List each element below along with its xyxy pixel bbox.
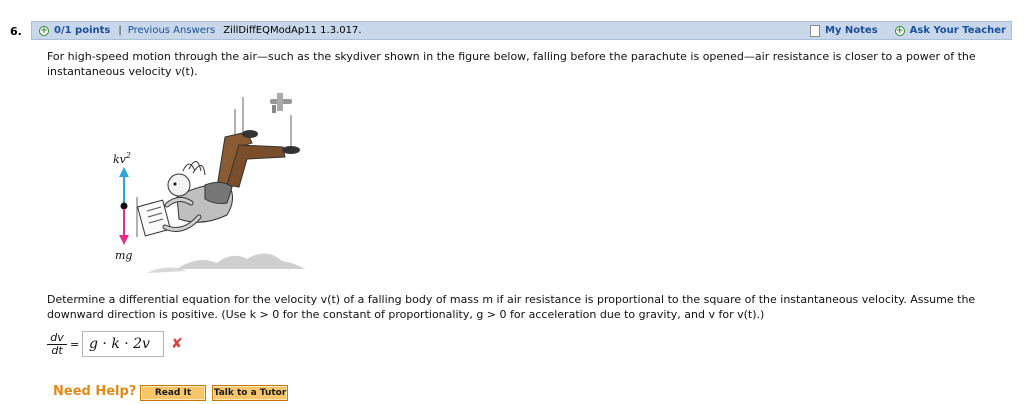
expand-plus-icon[interactable]: + bbox=[39, 25, 49, 36]
header-separator: | bbox=[118, 25, 122, 36]
skydiver-hair bbox=[182, 161, 206, 176]
equals-sign: = bbox=[70, 338, 80, 351]
skydiver-figure: kv2 mg bbox=[107, 87, 307, 277]
derivative-denominator: dt bbox=[51, 344, 63, 357]
notes-icon[interactable] bbox=[809, 24, 820, 37]
gravity-arrow-head bbox=[119, 235, 129, 245]
answer-input[interactable]: g · k · 2v bbox=[82, 331, 164, 357]
points-link[interactable]: 0/1 points bbox=[54, 25, 110, 36]
ask-plus-icon[interactable]: + bbox=[894, 25, 905, 36]
read-it-button[interactable]: Read It bbox=[140, 385, 206, 401]
skydiver-eye bbox=[173, 182, 177, 186]
gravity-label: mg bbox=[115, 249, 132, 262]
incorrect-x-icon: ✘ bbox=[171, 336, 183, 352]
derivative-fraction: dv dt bbox=[47, 332, 67, 357]
talk-to-tutor-button[interactable]: Talk to a Tutor bbox=[212, 385, 288, 401]
body-point bbox=[120, 202, 128, 210]
parachute-pack bbox=[204, 181, 233, 204]
previous-answers-link[interactable]: Previous Answers bbox=[128, 25, 215, 36]
question-header-bar: + 0/1 points | Previous Answers ZillDiff… bbox=[31, 21, 1012, 40]
assignment-page: 6. + 0/1 points | Previous Answers ZillD… bbox=[0, 0, 1024, 404]
shoe bbox=[242, 130, 258, 138]
ask-teacher-link[interactable]: Ask Your Teacher bbox=[910, 25, 1006, 36]
determine-instructions: Determine a differential equation for th… bbox=[47, 293, 976, 321]
shoe bbox=[282, 146, 300, 154]
intro-text-end: (t). bbox=[181, 65, 198, 78]
airplane-icon bbox=[270, 93, 292, 113]
header-actions: My Notes + Ask Your Teacher bbox=[809, 24, 1011, 37]
resistance-arrow-head bbox=[119, 167, 129, 177]
my-notes-link[interactable]: My Notes bbox=[825, 25, 878, 36]
skydiver-head bbox=[167, 173, 191, 197]
question-number: 6. bbox=[10, 25, 22, 38]
cloud-shape bbox=[177, 253, 305, 269]
question-intro: For high-speed motion through the air—su… bbox=[47, 49, 1007, 79]
need-help-label: Need Help? bbox=[53, 384, 137, 399]
skydiver-illustration: kv2 mg bbox=[113, 93, 305, 273]
question-id: ZillDiffEQModAp11 1.3.017. bbox=[223, 25, 362, 36]
air-resistance-label: kv2 bbox=[113, 151, 131, 166]
